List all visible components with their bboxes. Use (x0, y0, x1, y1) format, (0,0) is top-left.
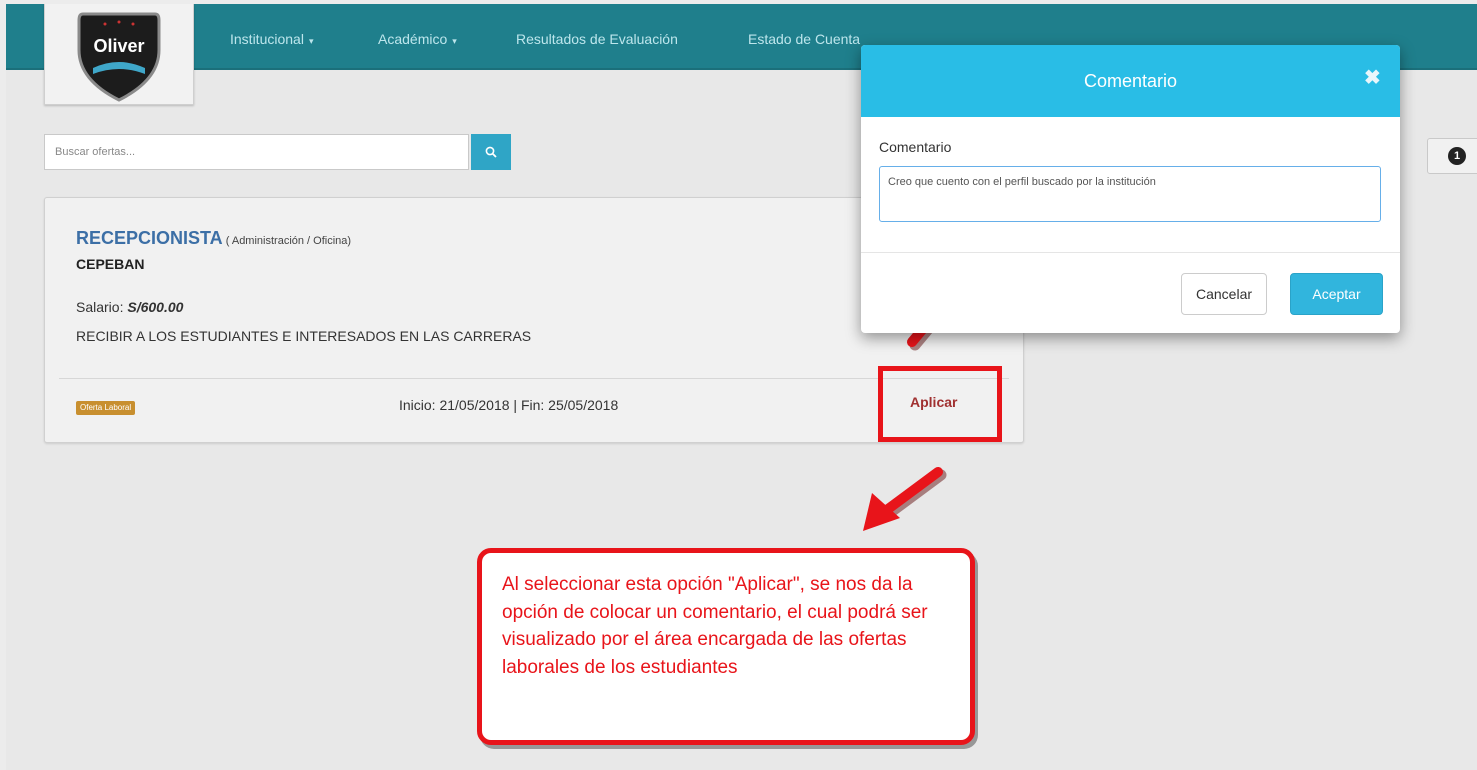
logo-text: Oliver (93, 36, 144, 56)
company-name: CEPEBAN (76, 256, 145, 272)
search-button[interactable] (471, 134, 511, 170)
comment-label: Comentario (879, 139, 952, 155)
annotation-callout: Al seleccionar esta opción "Aplicar", se… (477, 548, 975, 745)
cancel-button[interactable]: Cancelar (1181, 273, 1267, 315)
close-icon[interactable]: ✖ (1364, 65, 1381, 90)
job-category: ( Administración / Oficina) (222, 235, 352, 247)
logo[interactable]: Oliver (44, 4, 194, 105)
job-dates: Inicio: 21/05/2018 | Fin: 25/05/2018 (399, 397, 619, 413)
chevron-down-icon: ▾ (452, 36, 457, 46)
job-title[interactable]: RECEPCIONISTA ( Administración / Oficina… (76, 228, 351, 249)
comment-modal: Comentario ✖ Comentario Creo que cuento … (861, 45, 1400, 333)
comment-textarea[interactable]: Creo que cuento con el perfil buscado po… (879, 166, 1381, 222)
accept-button[interactable]: Aceptar (1290, 273, 1383, 315)
salary-value: S/600.00 (127, 299, 184, 315)
search-icon (485, 146, 497, 158)
apply-highlight-box (878, 366, 1002, 442)
arrow-to-callout-icon (863, 467, 947, 531)
nav-institucional[interactable]: Institucional ▾ (230, 31, 313, 47)
search-input[interactable] (44, 134, 469, 170)
salary: Salario: S/600.00 (76, 299, 184, 315)
nav-estado-cuenta[interactable]: Estado de Cuenta (748, 31, 860, 47)
app-frame: Institucional ▾ Académico ▾ Resultados de … (6, 4, 1477, 770)
page-badge[interactable]: 1 (1448, 147, 1466, 165)
modal-header: Comentario ✖ (861, 45, 1400, 117)
chevron-down-icon: ▾ (308, 36, 314, 46)
shield-logo-icon: Oliver (77, 12, 161, 102)
nav-resultados[interactable]: Resultados de Evaluación (516, 31, 678, 47)
callout-text: Al seleccionar esta opción "Aplicar", se… (502, 574, 928, 678)
nav-academico[interactable]: Académico ▾ (378, 31, 457, 47)
modal-title: Comentario (1083, 71, 1178, 91)
offer-type-badge: Oferta Laboral (76, 401, 136, 415)
divider (59, 378, 1009, 379)
job-description: RECIBIR A LOS ESTUDIANTES E INTERESADOS … (76, 328, 532, 344)
pagination[interactable]: 1 (1427, 138, 1477, 174)
divider (861, 252, 1400, 253)
